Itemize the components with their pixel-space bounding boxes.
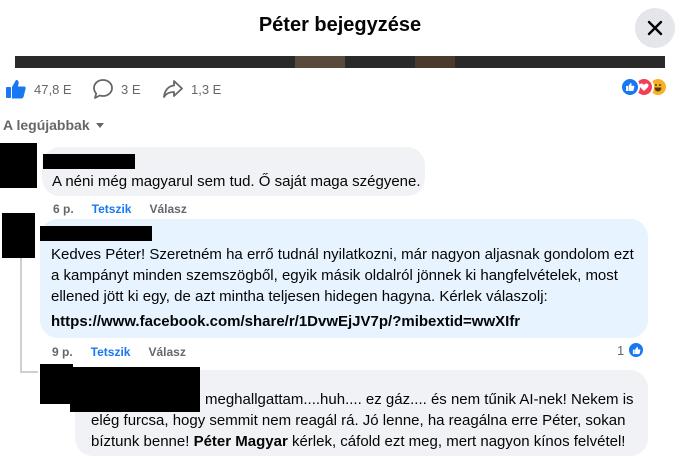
thumbs-up-icon <box>6 80 26 99</box>
avatar[interactable] <box>2 213 35 258</box>
comment-stat[interactable]: 3 E <box>92 78 141 100</box>
comment-text-line-2: elég furcsa, hogy semmit nem reagál rá. … <box>91 412 626 429</box>
like-button[interactable]: Tetszik <box>92 202 132 216</box>
comment-actions: 9 p. Tetszik Válasz <box>52 345 204 359</box>
comment-text: A néni még magyarul sem tud. Ő saját mag… <box>52 173 421 190</box>
comment-text-line-1: Kedves Péter! Szeretném ha errő tudnál n… <box>51 246 634 263</box>
share-count: 1,3 E <box>191 81 222 97</box>
post-stats: 47,8 E 3 E 1,3 E <box>0 72 680 106</box>
comment-text-line-3: bíztunk benne! Péter Magyar kérlek, cáfo… <box>91 430 625 453</box>
author-name[interactable] <box>70 367 200 412</box>
like-reaction-icon <box>627 341 646 359</box>
close-button[interactable] <box>635 8 675 48</box>
chevron-down-icon <box>95 122 104 128</box>
comment-count: 3 E <box>121 81 141 97</box>
reaction-summary[interactable] <box>620 77 680 99</box>
share-stat[interactable]: 1,3 E <box>162 78 221 100</box>
like-stat[interactable]: 47,8 E <box>5 78 72 100</box>
close-icon <box>647 20 663 36</box>
comment-time[interactable]: 9 p. <box>52 345 73 359</box>
comment-text-fragment: bíztunk benne! <box>91 433 194 450</box>
avatar[interactable] <box>40 364 73 404</box>
comment-reaction-badge[interactable]: 1 <box>617 341 646 359</box>
reply-button[interactable]: Válasz <box>149 202 186 216</box>
mention-link[interactable]: Péter Magyar <box>194 433 288 450</box>
reaction-count: 1 <box>617 342 625 358</box>
comment-text-line-2: a kampányt minden szemszögből, egyik más… <box>51 267 618 284</box>
comment-text-line-3: ellened jött ki egy, de azt mintha telje… <box>51 288 548 305</box>
comment-actions: 6 p. Tetszik Válasz <box>53 202 205 216</box>
thread-line <box>20 258 22 373</box>
like-button[interactable]: Tetszik <box>91 345 131 359</box>
comment-time[interactable]: 6 p. <box>53 202 74 216</box>
like-count: 47,8 E <box>34 81 72 97</box>
sort-label: A legújabbak <box>3 117 90 133</box>
reply-button[interactable]: Válasz <box>148 345 185 359</box>
avatar[interactable] <box>0 143 37 188</box>
author-name[interactable] <box>43 154 135 169</box>
dialog-header: Péter bejegyzése <box>0 0 680 56</box>
like-reaction-icon <box>620 77 640 97</box>
comment-text-line-1: meghallgattam....huh.... ez gáz.... és n… <box>205 391 634 408</box>
comment-text-fragment: kérlek, cáfold ezt meg, mert nagyon kíno… <box>287 433 626 450</box>
comment-link[interactable]: https://www.facebook.com/share/r/1DvwEjJ… <box>51 312 520 332</box>
comment-icon <box>93 79 113 99</box>
author-name[interactable] <box>40 226 152 241</box>
post-image[interactable] <box>15 56 665 68</box>
comment-sort-dropdown[interactable]: A legújabbak <box>3 117 104 133</box>
share-icon <box>163 80 183 98</box>
thread-line <box>20 371 38 373</box>
dialog-title: Péter bejegyzése <box>258 14 422 36</box>
